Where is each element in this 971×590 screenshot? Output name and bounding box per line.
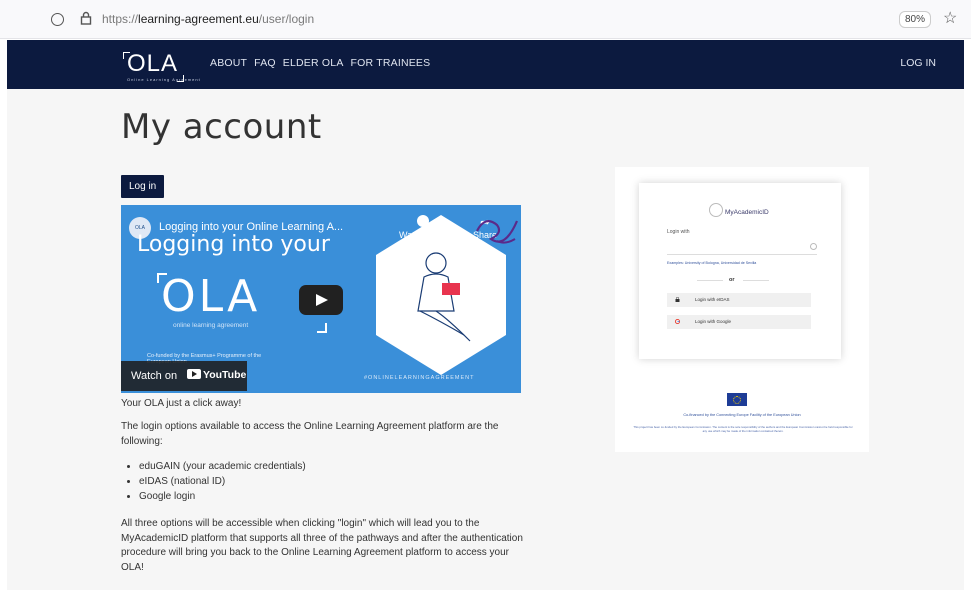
main-content: My account Log in OLA Logging into your …: [7, 89, 964, 590]
video-hashtag: #ONLINELEARNINGAGREEMENT: [364, 375, 475, 381]
login-google-label: Login with Google: [695, 319, 732, 324]
site-header: OLA Online Learning Agreement ABOUT FAQ …: [7, 40, 964, 89]
nav-link-faq[interactable]: FAQ: [254, 57, 276, 69]
myacademicid-brand: MyAcademicID: [725, 209, 769, 216]
page-title: My account: [121, 107, 322, 147]
logo-text: OLA: [127, 50, 179, 77]
myacademicid-logo: MyAcademicID: [709, 203, 769, 217]
youtube-label: YouTube: [203, 369, 247, 381]
nav-link-about[interactable]: ABOUT: [210, 57, 247, 69]
options-intro-text: The login options available to access th…: [121, 421, 499, 447]
eu-flag-icon: [727, 393, 747, 406]
list-item: Google login: [139, 489, 306, 504]
youtube-logo: YouTube: [187, 369, 246, 381]
intro-text: Your OLA just a click away!: [121, 398, 242, 409]
login-options-list: eduGAIN (your academic credentials) eIDA…: [121, 459, 306, 504]
video-subtitle: online learning agreement: [173, 322, 249, 329]
login-explanation-text: All three options will be accessible whe…: [121, 518, 523, 573]
zoom-level-button[interactable]: 80%: [899, 11, 932, 28]
tracking-shield-icon[interactable]: [51, 13, 64, 26]
youtube-video-embed[interactable]: OLA Logging into your Online Learning A.…: [121, 205, 521, 393]
scribble-annotation-icon: [476, 220, 519, 244]
header-login-link[interactable]: LOG IN: [900, 57, 936, 69]
main-nav: ABOUT FAQ ELDER OLA FOR TRAINEES: [210, 57, 430, 69]
divider-left: [697, 280, 723, 281]
video-headline: Logging into your: [137, 232, 330, 257]
watch-on-label: Watch on: [131, 370, 178, 382]
institution-examples: Examples: University of Bologna, Univers…: [667, 261, 757, 265]
address-bar[interactable]: https://learning-agreement.eu/user/login: [102, 12, 314, 26]
nav-link-for-trainees[interactable]: FOR TRAINEES: [351, 57, 431, 69]
list-item: eIDAS (national ID): [139, 474, 306, 489]
institution-search-input: [667, 241, 817, 255]
google-icon: [675, 319, 680, 324]
bookmark-star-icon[interactable]: ☆: [943, 8, 957, 28]
tab-log-in[interactable]: Log in: [121, 175, 165, 198]
logo-tagline: Online Learning Agreement: [127, 77, 201, 82]
list-item: eduGAIN (your academic credentials): [139, 459, 306, 474]
login-with-label: Login with: [667, 229, 690, 235]
url-domain: learning-agreement.eu: [138, 12, 259, 26]
watch-later-button[interactable]: Watch Later: [399, 215, 447, 240]
person-with-laptop-illustration: [417, 252, 471, 342]
ola-logo[interactable]: OLA Online Learning Agreement: [123, 50, 200, 82]
eu-disclaimer-text: This project has been co-funded by the E…: [633, 425, 853, 433]
watch-on-youtube-button[interactable]: Watch on YouTube: [121, 361, 247, 391]
youtube-play-icon: [187, 369, 201, 379]
help-icon: [810, 243, 817, 250]
login-eidas-label: Login with eIDAS: [695, 297, 730, 302]
clock-icon: [417, 215, 430, 227]
divider-right: [743, 280, 769, 281]
myacademicid-preview-image: MyAcademicID Login with Examples: Univer…: [615, 167, 869, 452]
logo-bracket-top: [123, 52, 130, 59]
eu-cofinanced-text: Co-financed by the Connecting Europe Fac…: [683, 413, 801, 417]
or-separator: or: [729, 277, 735, 283]
video-ola-text: OLA: [161, 271, 261, 322]
myacademicid-login-card: MyAcademicID Login with Examples: Univer…: [639, 183, 841, 359]
video-play-button[interactable]: [299, 285, 343, 315]
login-google-button: Login with Google: [667, 315, 811, 329]
watch-later-label: Watch Later: [399, 230, 448, 240]
lock-icon[interactable]: [80, 11, 92, 25]
url-path: /user/login: [258, 12, 315, 26]
myacademicid-emblem-icon: [709, 203, 723, 217]
browser-toolbar: https://learning-agreement.eu/user/login…: [0, 0, 971, 39]
login-eidas-button: Login with eIDAS: [667, 293, 811, 307]
url-prefix: https://: [102, 12, 139, 26]
nav-link-elder-ola[interactable]: ELDER OLA: [283, 57, 344, 69]
padlock-icon: [675, 297, 680, 302]
video-logo-bracket-bottom: [317, 323, 327, 333]
